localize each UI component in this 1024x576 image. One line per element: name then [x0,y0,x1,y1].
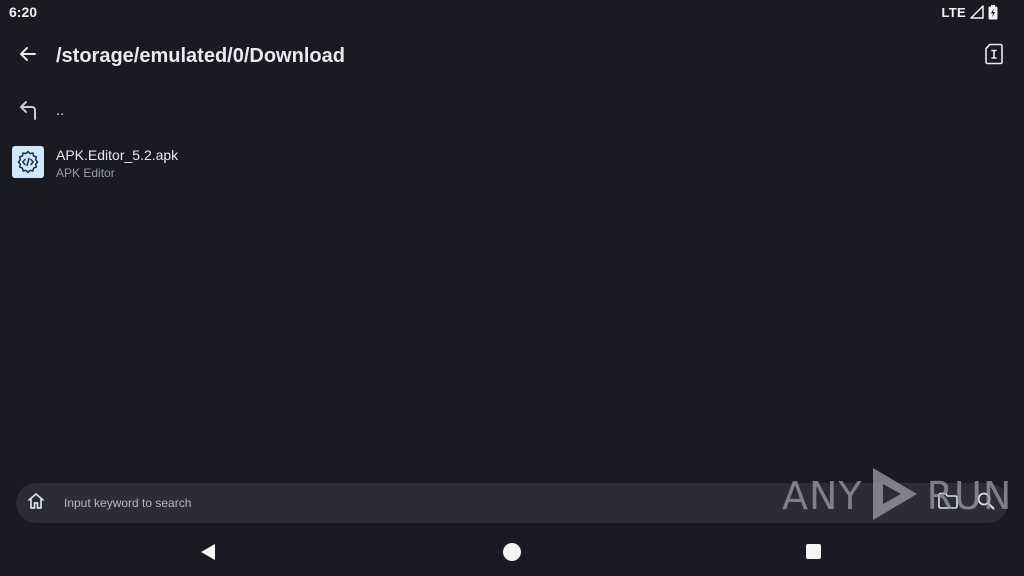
current-path-title: /storage/emulated/0/Download [56,45,345,67]
nav-recents-button[interactable] [806,544,821,559]
status-time: 6:20 [9,4,38,20]
arrow-left-icon [18,44,38,69]
network-type: LTE [941,4,966,20]
home-button[interactable] [24,491,48,515]
app-bar: /storage/emulated/0/Download [0,34,1024,78]
battery-icon [988,4,998,20]
sd-card-icon [985,43,1003,70]
home-icon [26,491,46,516]
nav-back-button[interactable] [198,542,218,562]
back-button[interactable] [12,40,44,72]
nav-home-button[interactable] [503,543,521,561]
apk-gear-code-icon [12,146,44,178]
signal-icon [970,5,984,19]
search-button[interactable] [974,491,998,515]
arrow-up-left-icon [16,98,42,124]
search-bar [16,483,1008,523]
status-bar: 6:20 LTE [0,0,1024,24]
file-app-label: APK Editor [56,166,115,180]
list-item[interactable]: APK.Editor_5.2.apk APK Editor [0,142,1024,186]
storage-select-button[interactable] [978,40,1010,72]
folder-button[interactable] [936,491,960,515]
status-indicators: LTE [942,4,999,20]
parent-directory-label: .. [56,102,65,119]
list-item-parent-directory[interactable]: .. [0,90,1024,134]
system-navigation-bar [0,532,1024,576]
triangle-back-icon [201,544,215,560]
folder-icon [937,491,959,516]
file-name: APK.Editor_5.2.apk [56,147,179,163]
search-icon [976,491,996,516]
search-input[interactable] [64,492,764,514]
